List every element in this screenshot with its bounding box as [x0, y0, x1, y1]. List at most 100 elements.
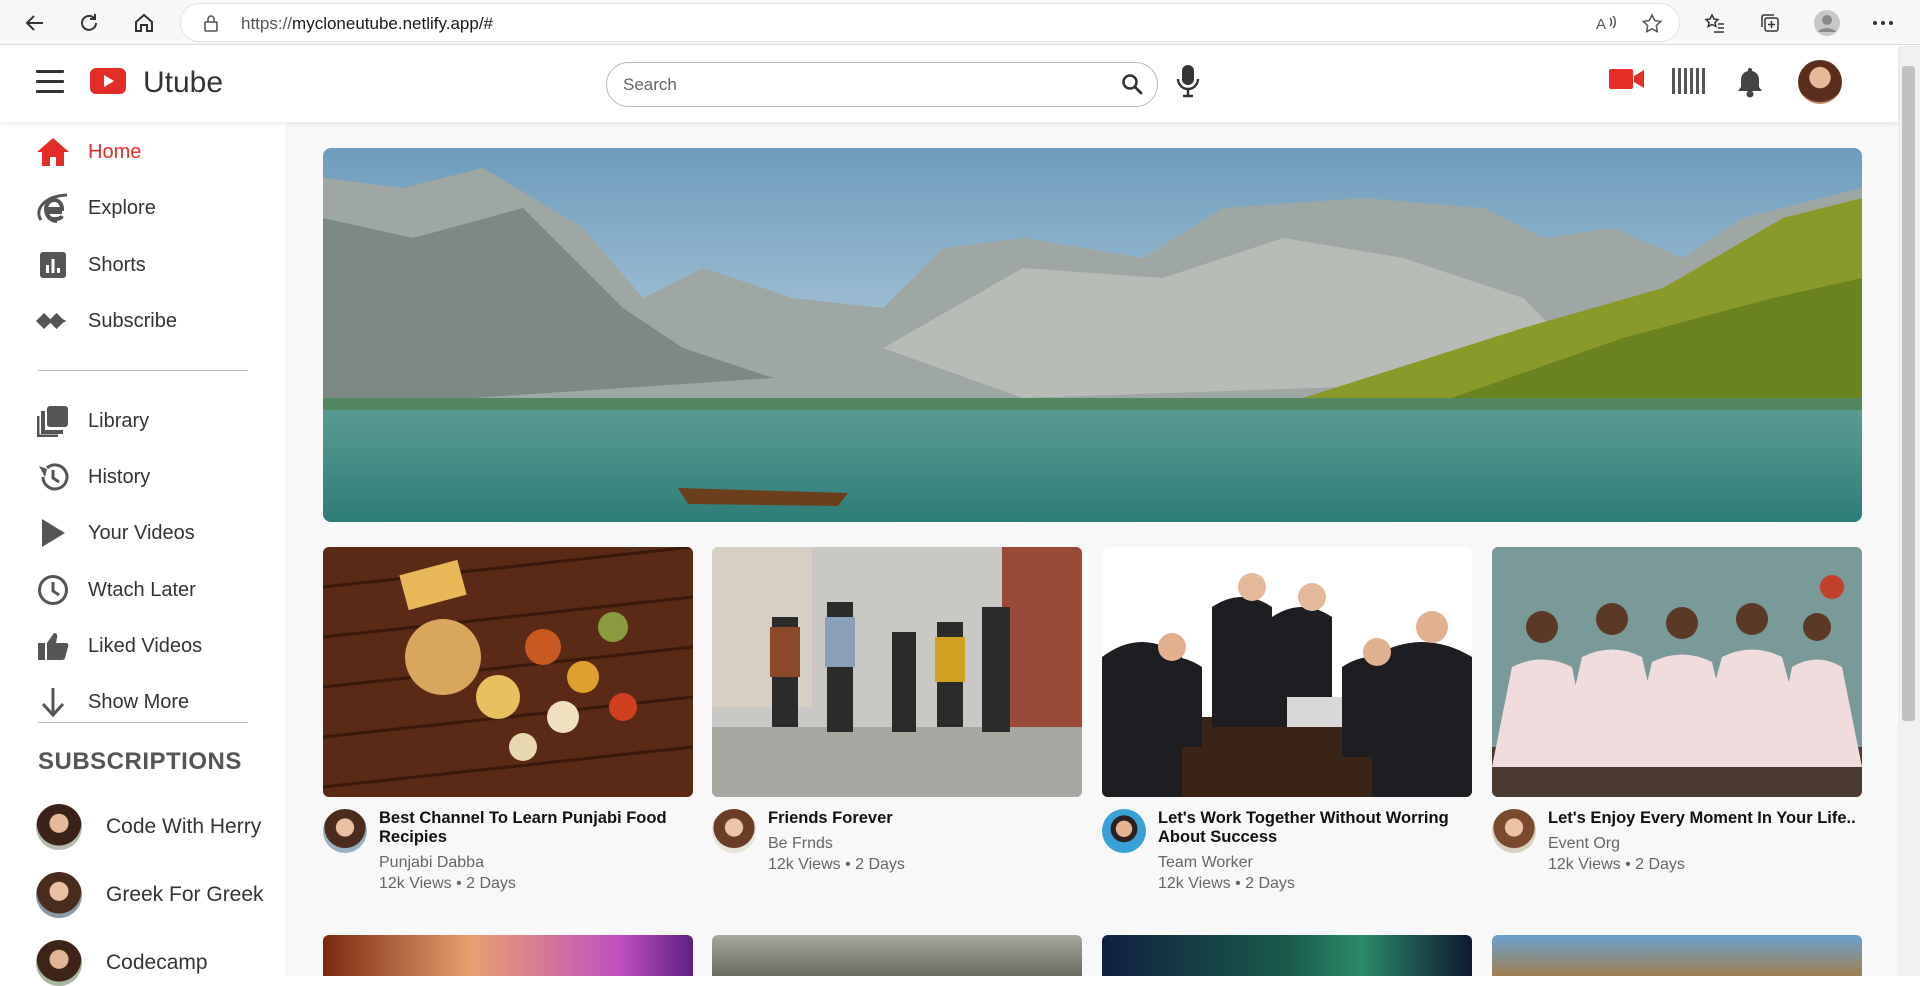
sidebar-item-library[interactable]: Library	[36, 401, 276, 441]
video-title[interactable]: Let's Enjoy Every Moment In Your Life..	[1548, 809, 1862, 828]
read-aloud-icon[interactable]: A	[1596, 13, 1618, 33]
video-thumbnail[interactable]	[1492, 935, 1862, 976]
video-thumbnail[interactable]	[1492, 547, 1862, 797]
sidebar-item-label: Explore	[88, 196, 156, 219]
explore-icon	[37, 193, 68, 223]
address-bar[interactable]: https://mycloneutube.netlify.app/# A	[180, 3, 1680, 42]
collections-icon	[1761, 14, 1779, 32]
search-input[interactable]	[623, 73, 1103, 97]
subscription-label: Code With Herry	[106, 815, 262, 838]
channel-name[interactable]: Be Frnds	[768, 835, 1082, 853]
sidebar-item-label: Home	[88, 140, 142, 163]
sidebar-item-label: Show More	[88, 690, 190, 713]
subscription-label: Codecamp	[106, 951, 208, 974]
channel-name[interactable]: Team Worker	[1158, 854, 1472, 872]
video-title[interactable]: Let's Work Together Without Worring Abou…	[1158, 809, 1472, 847]
sidebar-item-show-more[interactable]: Show More	[36, 682, 276, 722]
sidebar-item-your-videos[interactable]: Your Videos	[36, 513, 276, 553]
sidebar: Home Explore Shorts Subscribe Library Hi…	[0, 122, 285, 986]
channel-name[interactable]: Punjabi Dabba	[379, 854, 693, 872]
video-stats: 12k Views • 2 Days	[768, 856, 905, 873]
video-card[interactable]: Let's Enjoy Every Moment In Your Life.. …	[1492, 547, 1862, 874]
youtube-logo-icon[interactable]	[90, 68, 126, 94]
sidebar-item-label: Shorts	[88, 253, 146, 276]
food-platter-image	[323, 547, 693, 797]
collections-button[interactable]	[1753, 6, 1787, 40]
back-button[interactable]	[18, 6, 52, 40]
search-bar	[606, 62, 1158, 107]
menu-icon[interactable]	[36, 70, 64, 94]
sidebar-item-subscribe[interactable]: Subscribe	[36, 301, 276, 341]
bell-icon[interactable]	[1735, 66, 1765, 98]
subscription-label: Greek For Greek	[106, 883, 264, 906]
user-avatar[interactable]	[1798, 60, 1842, 104]
video-thumbnail[interactable]	[323, 935, 693, 976]
arrow-down-icon	[41, 688, 65, 718]
refresh-button[interactable]	[72, 6, 106, 40]
friends-walking-image	[712, 547, 1082, 797]
play-icon	[42, 519, 65, 547]
url-text: https://mycloneutube.netlify.app/#	[241, 14, 494, 33]
sidebar-item-explore[interactable]: Explore	[36, 188, 276, 228]
video-card[interactable]: Let's Work Together Without Worring Abou…	[1102, 547, 1472, 893]
sidebar-item-shorts[interactable]: Shorts	[36, 245, 276, 285]
video-stats: 12k Views • 2 Days	[1158, 875, 1295, 892]
page-scrollbar[interactable]	[1898, 46, 1920, 976]
favorite-star-icon[interactable]	[1641, 13, 1663, 35]
sidebar-item-label: Wtach Later	[88, 578, 196, 601]
video-thumbnail[interactable]	[1102, 547, 1472, 797]
subscriptions-heading: SUBSCRIPTIONS	[38, 748, 242, 775]
scrollbar-thumb[interactable]	[1902, 66, 1915, 721]
history-icon	[39, 463, 69, 491]
bridesmaids-image	[1492, 547, 1862, 797]
mountain-lake-image	[323, 148, 1862, 522]
video-thumbnail[interactable]	[712, 935, 1082, 976]
video-card[interactable]: Friends Forever Be Frnds 12k Views • 2 D…	[712, 547, 1082, 874]
logo-text[interactable]: Utube	[143, 66, 223, 100]
sidebar-divider	[38, 722, 248, 723]
back-arrow-icon	[25, 15, 43, 31]
subscription-item[interactable]: Codecamp	[36, 940, 208, 986]
subscription-item[interactable]: Greek For Greek	[36, 872, 264, 918]
channel-avatar[interactable]	[1102, 809, 1146, 853]
thumbs-up-icon	[38, 633, 69, 660]
shorts-icon	[40, 252, 66, 278]
video-thumbnail[interactable]	[712, 547, 1082, 797]
svg-text:A: A	[1596, 16, 1606, 33]
channel-avatar	[36, 940, 82, 986]
sidebar-item-label: Library	[88, 409, 150, 432]
video-stats: 12k Views • 2 Days	[1548, 856, 1685, 873]
apps-grid-icon[interactable]	[1672, 66, 1706, 96]
video-card[interactable]: Best Channel To Learn Punjabi Food Recip…	[323, 547, 693, 893]
channel-avatar[interactable]	[1492, 809, 1536, 853]
video-camera-icon[interactable]	[1609, 66, 1645, 92]
browser-toolbar: https://mycloneutube.netlify.app/# A	[0, 0, 1920, 45]
sidebar-item-label: History	[88, 465, 151, 488]
sidebar-item-watch-later[interactable]: Wtach Later	[36, 570, 276, 610]
sidebar-divider	[38, 370, 248, 371]
video-title[interactable]: Best Channel To Learn Punjabi Food Recip…	[379, 809, 693, 847]
microphone-icon[interactable]	[1176, 64, 1200, 98]
banner-image[interactable]	[323, 148, 1862, 522]
settings-menu-button[interactable]	[1866, 6, 1900, 40]
video-title[interactable]: Friends Forever	[768, 809, 1082, 828]
home-browser-button[interactable]	[127, 6, 161, 40]
favorites-button[interactable]	[1698, 6, 1732, 40]
profile-button[interactable]	[1810, 6, 1844, 40]
subscribe-icon	[36, 312, 67, 330]
sidebar-item-liked-videos[interactable]: Liked Videos	[36, 626, 276, 666]
more-dots-icon	[1873, 21, 1893, 25]
sidebar-item-history[interactable]: History	[36, 457, 276, 497]
channel-avatar[interactable]	[323, 809, 367, 853]
favorites-list-icon	[1704, 13, 1724, 33]
video-thumbnail[interactable]	[323, 547, 693, 797]
lock-icon	[204, 15, 218, 32]
profile-icon	[1814, 10, 1840, 36]
subscription-item[interactable]: Code With Herry	[36, 804, 261, 850]
channel-avatar[interactable]	[712, 809, 756, 853]
channel-name[interactable]: Event Org	[1548, 835, 1862, 853]
video-thumbnail[interactable]	[1102, 935, 1472, 976]
sidebar-item-home[interactable]: Home	[36, 132, 276, 172]
house-icon	[135, 13, 153, 32]
search-icon[interactable]	[1121, 73, 1143, 95]
